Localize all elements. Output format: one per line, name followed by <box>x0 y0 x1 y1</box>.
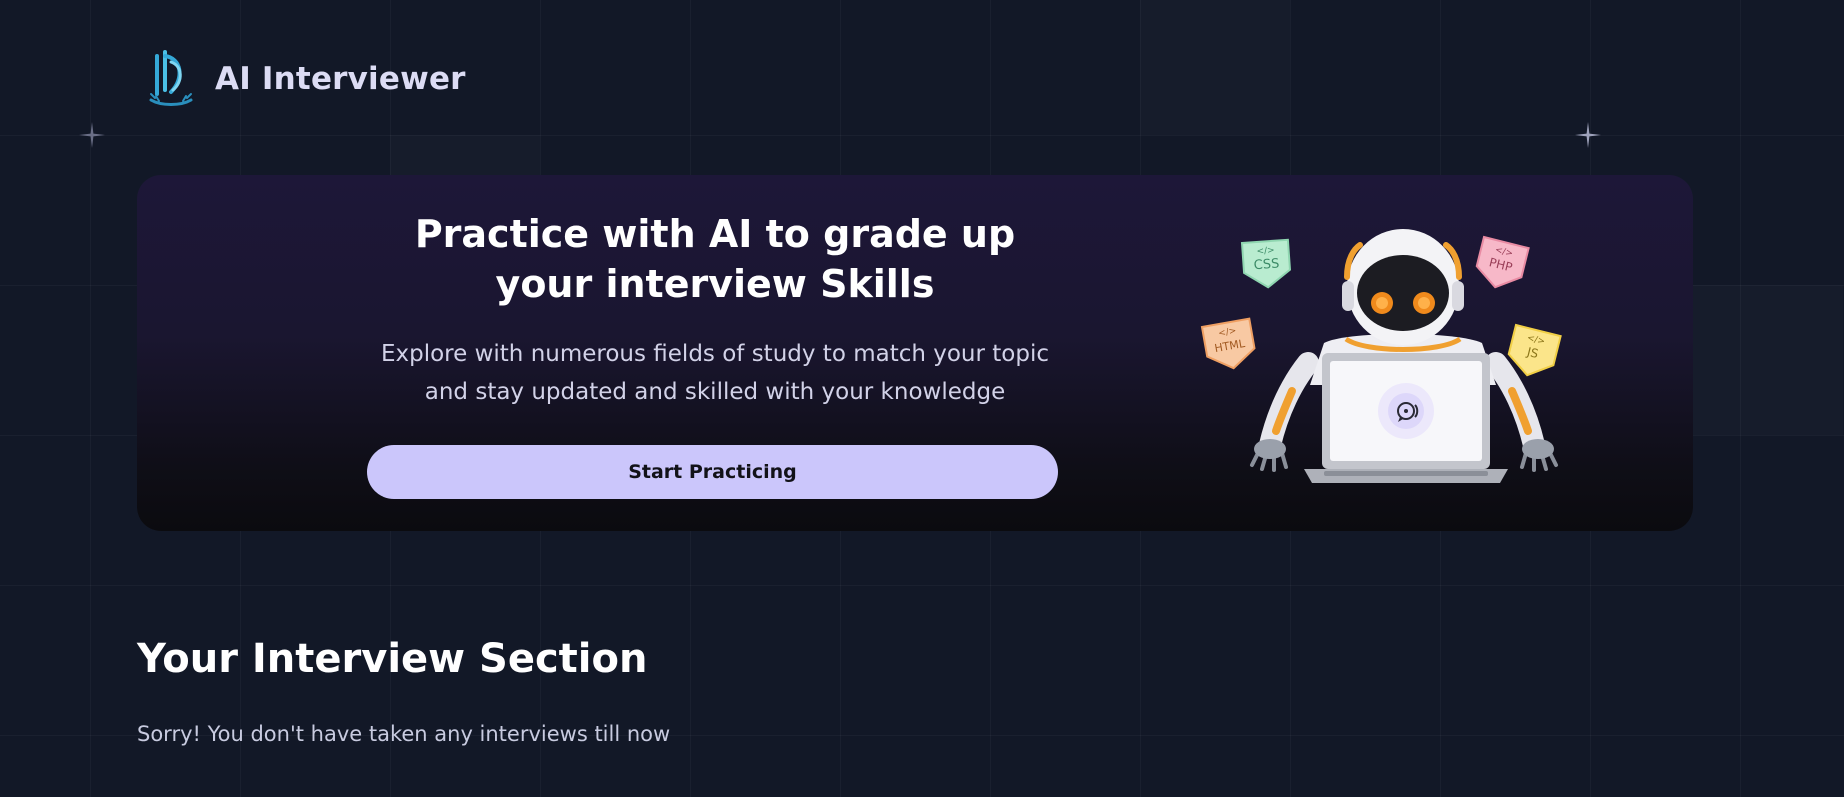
grid-highlight <box>1693 285 1843 435</box>
php-badge: </> PHP <box>1475 235 1530 289</box>
grid-highlight <box>1140 0 1290 135</box>
sparkle-icon <box>1575 122 1601 148</box>
css-badge: </> CSS <box>1240 238 1292 289</box>
interview-section-title: Your Interview Section <box>137 636 648 682</box>
hero-subtitle: Explore with numerous fields of study to… <box>380 341 1050 405</box>
ld-logo-icon[interactable] <box>145 48 197 110</box>
hero-text: Practice with AI to grade up your interv… <box>365 209 1065 411</box>
css-badge-symbol: </> <box>1256 246 1275 257</box>
sparkle-icon <box>79 122 105 148</box>
app-title[interactable]: AI Interviewer <box>215 61 466 97</box>
html-badge: </> HTML <box>1200 317 1256 370</box>
grid-highlight <box>390 135 540 175</box>
hero-title: Practice with AI to grade up your interv… <box>414 212 1016 306</box>
robot-laptop-illustration: </> CSS </> PHP </> HTML </> JS <box>1200 229 1562 483</box>
empty-interviews-message: Sorry! You don't have taken any intervie… <box>137 722 671 746</box>
start-practicing-button[interactable]: Start Practicing <box>367 445 1058 499</box>
hero-banner: Practice with AI to grade up your interv… <box>137 175 1693 531</box>
css-badge-label: CSS <box>1253 256 1280 273</box>
app-header: AI Interviewer <box>145 46 466 112</box>
